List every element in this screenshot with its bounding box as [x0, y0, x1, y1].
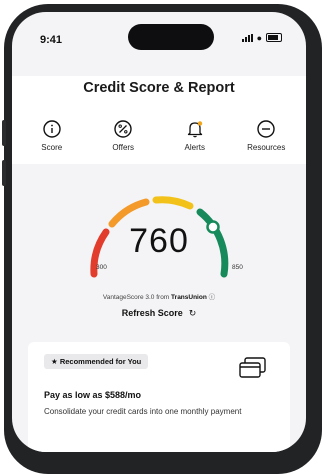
phone-screen: 9:41 ● Credit Score & Report Score Offer… [12, 12, 306, 452]
percent-circle-icon [114, 120, 132, 138]
credit-cards-icon [239, 357, 266, 378]
gauge-segment-orange [108, 198, 150, 228]
offer-description: Consolidate your credit cards into one m… [44, 407, 242, 416]
tab-label: Alerts [184, 143, 205, 152]
score-source-brand: TransUnion [171, 294, 207, 301]
bell-icon [187, 121, 202, 138]
status-icons: ● [241, 32, 282, 43]
refresh-icon: ↻ [188, 308, 197, 318]
refresh-score-button[interactable]: Refresh Score ↻ [12, 308, 306, 319]
tab-label: Offers [112, 143, 135, 152]
gauge-segment-yellow [152, 196, 194, 210]
info-icon[interactable]: ⓘ [209, 294, 216, 301]
signal-icon [241, 33, 253, 42]
refresh-score-label: Refresh Score [121, 308, 183, 318]
wifi-icon: ● [256, 32, 262, 43]
battery-icon [266, 33, 282, 42]
recommendation-card[interactable]: ★ Recommended for You Pay as low as $588… [28, 342, 290, 452]
tab-label: Resources [247, 143, 286, 152]
star-icon: ★ [51, 357, 58, 366]
page-title: Credit Score & Report [83, 80, 235, 96]
tab-offers[interactable]: Offers [91, 118, 155, 152]
score-source: VantageScore 3.0 from TransUnion ⓘ [12, 291, 306, 301]
credit-score-value: 760 [129, 222, 189, 260]
tab-label: Score [41, 143, 63, 152]
status-time: 9:41 [40, 34, 63, 46]
score-min-label: 300 [96, 264, 107, 271]
phone-side-button [2, 160, 6, 186]
offer-heading: Pay as low as $588/mo [44, 390, 142, 400]
tab-resources[interactable]: Resources [234, 118, 298, 152]
tab-score[interactable]: Score [20, 118, 84, 152]
info-circle-icon [43, 120, 61, 138]
app-header: Credit Score & Report Score Offers Alert… [12, 76, 306, 164]
minus-circle-icon [257, 120, 275, 138]
phone-side-button [2, 120, 6, 146]
recommended-badge: ★ Recommended for You [44, 354, 149, 369]
score-source-prefix: VantageScore 3.0 from [102, 294, 170, 301]
tab-alerts[interactable]: Alerts [163, 118, 227, 152]
score-max-label: 850 [232, 264, 243, 271]
recommended-badge-label: Recommended for You [59, 357, 142, 366]
dynamic-island [128, 24, 214, 50]
tab-bar: Score Offers Alerts Resources [12, 118, 306, 152]
